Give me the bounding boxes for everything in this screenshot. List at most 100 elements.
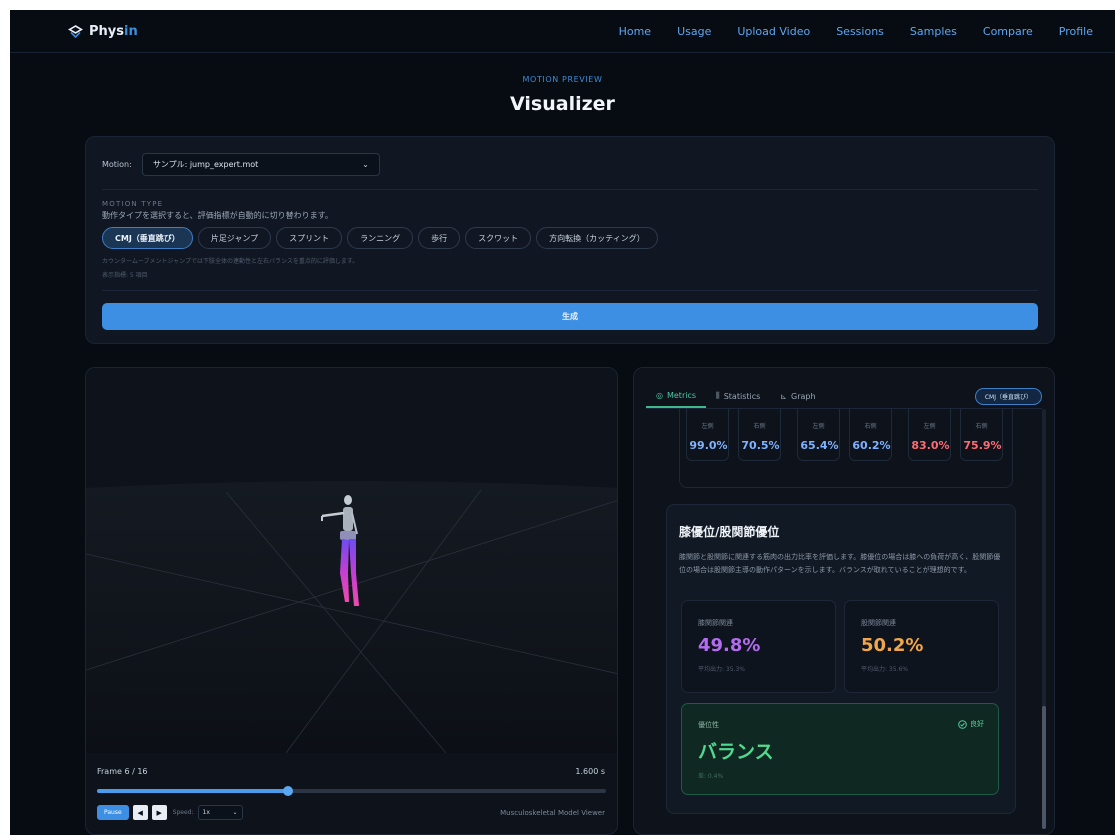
divider: [102, 290, 1038, 291]
symmetry-value: 70.5%: [741, 439, 780, 452]
chip-single-leg-jump[interactable]: 片足ジャンプ: [197, 227, 272, 249]
hip-related-card: 股関節関連 50.2% 平均出力: 35.6%: [844, 600, 999, 693]
nav-usage[interactable]: Usage: [677, 25, 711, 38]
nav-home[interactable]: Home: [619, 25, 651, 38]
next-frame-icon[interactable]: ▶: [151, 805, 167, 820]
viewer-name: Musculoskeletal Model Viewer: [500, 808, 605, 817]
frame-slider-thumb[interactable]: [282, 786, 293, 796]
logo-text-accent: in: [124, 23, 138, 39]
nav-profile[interactable]: Profile: [1059, 25, 1093, 38]
motion-select[interactable]: サンプル: jump_expert.mot ⌄: [141, 153, 380, 176]
knee-hip-dominance-card: 膝優位/股関節優位 膝関節と股関節に関連する筋肉の出力比率を評価します。膝優位の…: [666, 504, 1016, 814]
symmetry-value: 83.0%: [911, 439, 950, 452]
side-label: 左側: [812, 423, 825, 430]
knee-related-card: 膝関節関連 49.8% 平均出力: 35.3%: [681, 600, 836, 693]
card-title: 膝優位/股関節優位: [679, 525, 780, 539]
motion-select-value: サンプル: jump_expert.mot: [152, 160, 259, 169]
dominance-value: バランス: [698, 741, 774, 763]
symmetry-value: 60.2%: [852, 439, 891, 452]
hip-related-value: 50.2%: [861, 635, 924, 656]
side-label: 左側: [701, 423, 714, 430]
speed-label: Speed:: [172, 809, 194, 816]
page-kicker: MOTION PREVIEW: [522, 75, 603, 84]
hip-related-sub: 平均出力: 35.6%: [861, 666, 908, 673]
time-label: 1.600 s: [575, 767, 605, 776]
panel-tabs: ◎ Metrics ⫼ Statistics ⊾ Graph CMJ（垂直跳び）: [646, 384, 1042, 408]
nav-links: Home Usage Upload Video Sessions Samples…: [619, 25, 1093, 38]
speed-select-value: 1x: [202, 809, 210, 816]
symmetry-cell: 左側 99.0%: [686, 409, 729, 461]
logo-text: Phys: [89, 23, 124, 39]
metrics-panel: ◎ Metrics ⫼ Statistics ⊾ Graph CMJ（垂直跳び）…: [633, 367, 1055, 835]
motion-type-tag: CMJ（垂直跳び）: [974, 387, 1042, 405]
motion-type-description: 動作タイプを選択すると、評価指標が自動的に切り替わります。: [102, 211, 333, 220]
tab-metrics[interactable]: ◎ Metrics: [646, 384, 707, 408]
logo[interactable]: Physin: [68, 24, 138, 39]
side-label: 右側: [975, 423, 988, 430]
motion-label: Motion:: [102, 160, 132, 169]
status-badge: 良好: [958, 719, 984, 729]
dominance-result-card: 優位性 良好 バランス 差: 0.4%: [681, 703, 999, 795]
frame-slider[interactable]: [97, 786, 606, 796]
playback-controls: Pause ◀ ▶ Speed: 1x ⌄ Musculoskeletal Mo…: [97, 805, 605, 820]
logo-icon: [68, 24, 83, 38]
symmetry-value: 65.4%: [800, 439, 839, 452]
app-screen: Physin Home Usage Upload Video Sessions …: [10, 10, 1115, 835]
model-viewer: Frame 6 / 16 1.600 s Pause ◀ ▶ Speed: 1x…: [85, 367, 618, 835]
chevron-down-icon: ⌄: [362, 160, 369, 169]
check-circle-icon: [958, 719, 967, 729]
metrics-tab-icon: ◎: [656, 390, 663, 400]
generate-button[interactable]: 生成: [102, 303, 1038, 330]
frame-slider-fill: [97, 789, 288, 793]
motion-type-chips: CMJ（垂直跳び） 片足ジャンプ スプリント ランニング 歩行 スクワット 方向…: [102, 227, 658, 249]
symmetry-cell: 右側 70.5%: [738, 409, 781, 461]
metric-count-note: 表示指標: 5 項目: [102, 272, 148, 279]
nav-samples[interactable]: Samples: [910, 25, 957, 38]
side-label: 右側: [864, 423, 877, 430]
side-label: 右側: [753, 423, 766, 430]
dominance-diff: 差: 0.4%: [698, 773, 724, 780]
scrollbar-thumb[interactable]: [1042, 706, 1046, 829]
chip-squat[interactable]: スクワット: [465, 227, 532, 249]
page-title: Visualizer: [510, 93, 615, 115]
symmetry-cell: 左側 65.4%: [797, 409, 840, 461]
symmetry-cell: 右側 75.9%: [960, 409, 1003, 461]
pause-button[interactable]: Pause: [97, 805, 129, 820]
symmetry-cell: 右側 60.2%: [849, 409, 892, 461]
chip-running[interactable]: ランニング: [347, 227, 414, 249]
3d-scene[interactable]: [86, 368, 618, 753]
tab-statistics[interactable]: ⫼ Statistics: [706, 384, 770, 408]
nav-sessions[interactable]: Sessions: [836, 25, 884, 38]
statistics-tab-icon: ⫼: [716, 391, 720, 400]
chevron-down-icon: ⌄: [232, 809, 238, 816]
symmetry-value: 99.0%: [689, 439, 728, 452]
knee-related-value: 49.8%: [698, 635, 761, 656]
motion-type-label: MOTION TYPE: [102, 200, 164, 208]
chip-walking[interactable]: 歩行: [418, 227, 461, 249]
knee-related-label: 膝関節関連: [698, 619, 733, 627]
nav-compare[interactable]: Compare: [983, 25, 1033, 38]
symmetry-cell: 左側 83.0%: [908, 409, 951, 461]
chip-cmj[interactable]: CMJ（垂直跳び）: [102, 227, 193, 249]
chip-cutting[interactable]: 方向転換（カッティング）: [536, 227, 658, 249]
status-label: 良好: [970, 720, 984, 728]
knee-related-sub: 平均出力: 35.3%: [698, 666, 745, 673]
chip-sprint[interactable]: スプリント: [276, 227, 343, 249]
prev-frame-icon[interactable]: ◀: [132, 805, 148, 820]
tab-statistics-label: Statistics: [723, 391, 761, 401]
nav-upload-video[interactable]: Upload Video: [737, 25, 810, 38]
motion-row: Motion: サンプル: jump_expert.mot ⌄: [102, 153, 380, 176]
dominance-label: 優位性: [698, 721, 719, 729]
panel-scrollbar[interactable]: [1042, 409, 1046, 829]
tab-metrics-label: Metrics: [666, 390, 697, 400]
tab-graph[interactable]: ⊾ Graph: [770, 384, 825, 408]
motion-type-note: カウンタームーブメントジャンプでは下肢全体の連動性と左右バランスを重点的に評価し…: [102, 258, 359, 265]
frame-label: Frame 6 / 16: [97, 767, 148, 776]
controls-card: Motion: サンプル: jump_expert.mot ⌄ MOTION T…: [85, 136, 1055, 344]
hip-related-label: 股関節関連: [861, 619, 896, 627]
speed-select[interactable]: 1x ⌄: [197, 805, 243, 820]
top-nav: Physin Home Usage Upload Video Sessions …: [10, 10, 1115, 53]
graph-tab-icon: ⊾: [780, 391, 787, 401]
tab-graph-label: Graph: [791, 391, 816, 401]
card-description: 膝関節と股関節に関連する筋肉の出力比率を評価します。膝優位の場合は膝への負荷が高…: [679, 553, 1001, 574]
